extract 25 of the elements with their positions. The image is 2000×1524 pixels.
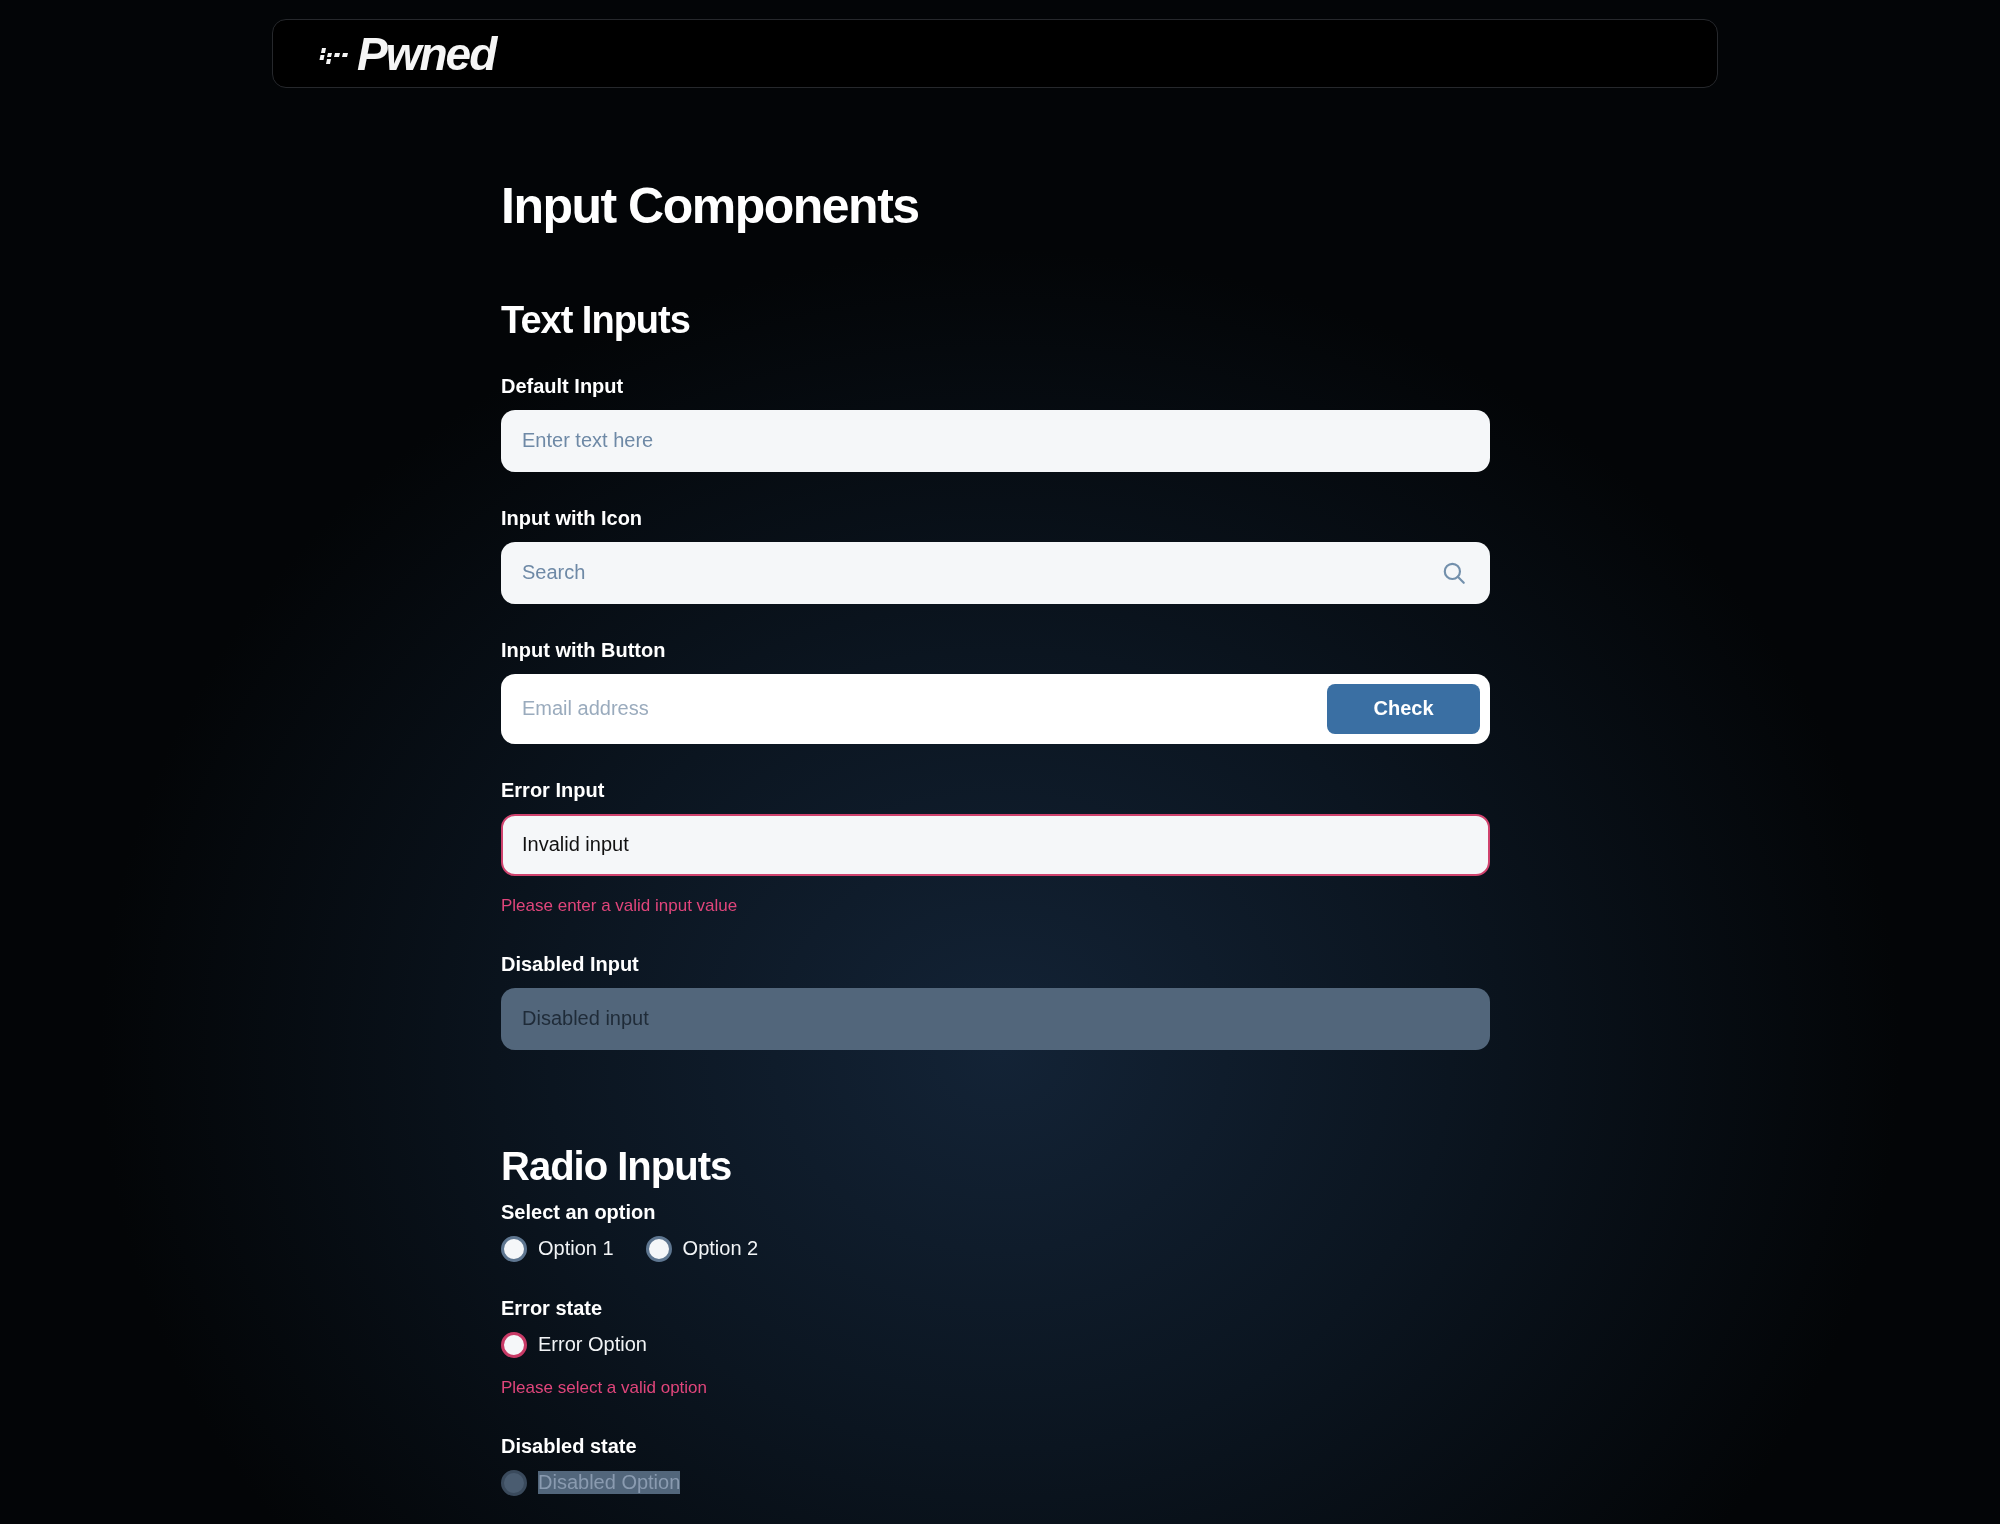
text-input-field[interactable]: Invalid input xyxy=(501,813,1490,876)
email-input[interactable]: Email address xyxy=(522,675,1327,742)
error-message: Please enter a valid input value xyxy=(501,895,739,916)
group-label: Disabled state xyxy=(501,1433,638,1458)
field-label: Input with Icon xyxy=(501,505,644,530)
check-button[interactable]: Check xyxy=(1327,683,1480,734)
section-heading: Radio Inputs xyxy=(501,1142,733,1190)
field-label: Default Input xyxy=(501,373,625,398)
group-label: Select an option xyxy=(501,1199,657,1224)
radio-label[interactable]: Option 1 xyxy=(538,1237,614,1261)
logo-text[interactable]: Pwned xyxy=(357,26,496,81)
error-message: Please select a valid option xyxy=(501,1377,709,1398)
section-heading: Text Inputs xyxy=(501,298,691,343)
radio-label[interactable]: Error Option xyxy=(538,1333,647,1357)
group-label: Error state xyxy=(501,1295,604,1320)
radio-label[interactable]: Option 2 xyxy=(682,1237,759,1261)
page-title: Input Components xyxy=(501,177,920,236)
field-label: Input with Button xyxy=(501,637,667,662)
radio-button[interactable] xyxy=(501,1331,527,1358)
field-label: Error Input xyxy=(501,777,606,802)
email-field[interactable]: Email address Check xyxy=(501,673,1490,744)
field-label: Disabled Input xyxy=(501,951,640,976)
text-input-field[interactable]: Enter text here xyxy=(501,409,1490,472)
radio-button[interactable] xyxy=(501,1235,527,1262)
radio-button[interactable] xyxy=(645,1235,672,1262)
